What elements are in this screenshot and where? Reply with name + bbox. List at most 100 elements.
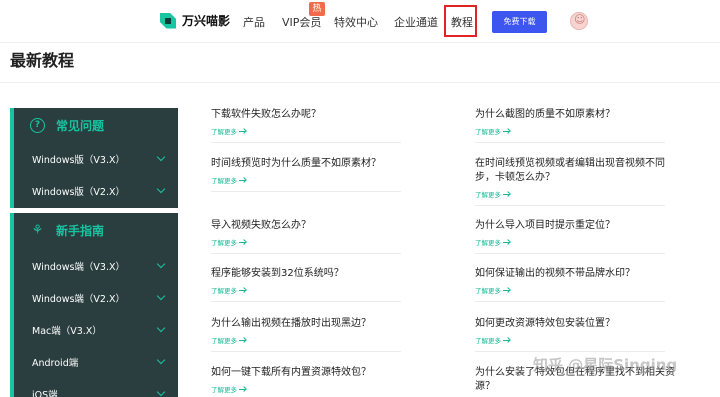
learn-more-link[interactable]: 了解更多: [211, 285, 411, 295]
article-item[interactable]: 在时间线预览视频或者编辑出现音视频不同步，卡顿怎么办？ 了解更多: [475, 157, 675, 206]
divider: [211, 191, 401, 192]
chevron-down-icon: [156, 152, 166, 162]
divider: [211, 142, 401, 143]
divider: [475, 301, 665, 302]
learn-more-label: 了解更多: [211, 128, 237, 136]
sidebar-item-windows-v2[interactable]: Windows版（V2.X）: [14, 176, 178, 206]
article-title[interactable]: 导入视频失败怎么办？: [211, 219, 411, 233]
sidebar-item-ios[interactable]: iOS端: [14, 379, 178, 397]
article-title[interactable]: 在时间线预览视频或者编辑出现音视频不同步，卡顿怎么办？: [475, 157, 675, 185]
arrow-right-icon: [503, 191, 511, 197]
article-item[interactable]: 如何一键下载所有内置资源特效包？ 了解更多: [211, 366, 411, 394]
article-item[interactable]: 时间线预览时为什么质量不如原素材？ 了解更多: [211, 157, 411, 192]
article-item[interactable]: 下载软件失败怎么办呢？ 了解更多: [211, 108, 411, 143]
arrow-right-icon: [503, 128, 511, 134]
chevron-down-icon: [156, 291, 166, 301]
sidebar-group-header[interactable]: ⚘ 新手指南: [14, 213, 178, 248]
nav-item-enterprise[interactable]: 企业通道: [394, 14, 438, 30]
chevron-down-icon: [156, 387, 166, 397]
article-title[interactable]: 如何一键下载所有内置资源特效包？: [211, 366, 411, 380]
arrow-right-icon: [239, 337, 247, 343]
sidebar-item-label: Windows版（V3.X）: [32, 155, 125, 166]
learn-more-label: 了解更多: [211, 386, 237, 394]
sidebar-item-label: Android端: [32, 358, 79, 369]
learn-more-link[interactable]: 了解更多: [475, 126, 675, 136]
divider: [475, 205, 665, 206]
page-title: 最新教程: [10, 51, 75, 70]
sidebar-item-windows-v3[interactable]: Windows端（V3.X）: [14, 251, 178, 281]
article-item[interactable]: 为什么截图的质量不如原素材？ 了解更多: [475, 108, 675, 143]
sidebar-group-header[interactable]: ? 常见问题: [14, 108, 178, 143]
learn-more-label: 了解更多: [211, 337, 237, 345]
article-title[interactable]: 为什么截图的质量不如原素材？: [475, 108, 675, 122]
article-item[interactable]: 导入视频失败怎么办？ 了解更多: [211, 219, 411, 254]
learn-more-link[interactable]: 了解更多: [211, 175, 411, 185]
divider: [211, 351, 401, 352]
learn-more-link[interactable]: 了解更多: [475, 285, 675, 295]
active-nav-highlight: [444, 5, 477, 37]
learn-more-label: 了解更多: [475, 287, 501, 295]
sidebar-item-label: Mac端（V3.X）: [32, 326, 102, 337]
top-nav: 万兴喵影 产品 VIP会员 热 特效中心 企业通道 教程 免费下载: [0, 0, 720, 43]
learn-more-label: 了解更多: [475, 128, 501, 136]
user-avatar[interactable]: [570, 12, 588, 30]
divider: [0, 82, 720, 83]
learn-more-label: 了解更多: [211, 239, 237, 247]
question-circle-icon: ?: [30, 118, 45, 133]
learn-more-link[interactable]: 了解更多: [211, 126, 411, 136]
learn-more-link[interactable]: 了解更多: [475, 189, 675, 199]
arrow-right-icon: [239, 177, 247, 183]
learn-more-label: 了解更多: [475, 191, 501, 199]
divider: [475, 253, 665, 254]
nav-item-products[interactable]: 产品: [243, 14, 265, 30]
chevron-down-icon: [156, 259, 166, 269]
chevron-down-icon: [156, 323, 166, 333]
learn-more-link[interactable]: 了解更多: [475, 237, 675, 247]
learn-more-link[interactable]: 了解更多: [475, 335, 675, 345]
sidebar-item-mac[interactable]: Mac端（V3.X）: [14, 315, 178, 345]
article-title[interactable]: 如何保证输出的视频不带品牌水印？: [475, 267, 675, 281]
brand-logo[interactable]: 万兴喵影: [160, 12, 230, 29]
chevron-down-icon: [156, 184, 166, 194]
divider: [211, 253, 401, 254]
learn-more-link[interactable]: 了解更多: [211, 384, 411, 394]
free-download-button[interactable]: 免费下载: [492, 11, 547, 33]
nav-item-vip[interactable]: VIP会员: [282, 14, 321, 30]
article-item[interactable]: 如何保证输出的视频不带品牌水印？ 了解更多: [475, 267, 675, 302]
arrow-right-icon: [503, 239, 511, 245]
divider: [211, 301, 401, 302]
article-title[interactable]: 如何更改资源特效包安装位置？: [475, 317, 675, 331]
nav-item-effects[interactable]: 特效中心: [334, 14, 378, 30]
article-title[interactable]: 时间线预览时为什么质量不如原素材？: [211, 157, 411, 171]
learn-more-link[interactable]: 了解更多: [211, 335, 411, 345]
article-item[interactable]: 程序能够安装到32位系统吗？ 了解更多: [211, 267, 411, 302]
watermark: 知乎 @星际Singing: [533, 356, 678, 374]
sidebar-item-label: Windows端（V3.X）: [32, 262, 125, 273]
learn-more-label: 了解更多: [475, 337, 501, 345]
article-item[interactable]: 为什么输出视频在播放时出现黑边？ 了解更多: [211, 317, 411, 352]
article-title[interactable]: 下载软件失败怎么办呢？: [211, 108, 411, 122]
learn-more-label: 了解更多: [211, 287, 237, 295]
sidebar-item-android[interactable]: Android端: [14, 347, 178, 377]
arrow-right-icon: [239, 239, 247, 245]
article-title[interactable]: 为什么输出视频在播放时出现黑边？: [211, 317, 411, 331]
brand-name: 万兴喵影: [182, 14, 231, 28]
arrow-right-icon: [239, 386, 247, 392]
learn-more-link[interactable]: 了解更多: [211, 237, 411, 247]
article-title[interactable]: 程序能够安装到32位系统吗？: [211, 267, 411, 281]
article-item[interactable]: 如何更改资源特效包安装位置？ 了解更多: [475, 317, 675, 352]
learn-more-label: 了解更多: [211, 177, 237, 185]
sidebar-item-label: Windows端（V2.X）: [32, 294, 125, 305]
hot-badge: 热: [309, 2, 325, 16]
article-title[interactable]: 为什么导入项目时提示重定位？: [475, 219, 675, 233]
learn-more-label: 了解更多: [475, 239, 501, 247]
sidebar-item-label: iOS端: [32, 390, 58, 397]
sidebar-item-windows-v3[interactable]: Windows版（V3.X）: [14, 144, 178, 174]
sidebar-item-windows-v2[interactable]: Windows端（V2.X）: [14, 283, 178, 313]
brand-logo-icon: [160, 12, 176, 29]
arrow-right-icon: [239, 287, 247, 293]
sidebar-group-guide: ⚘ 新手指南 Windows端（V3.X） Windows端（V2.X） Mac…: [10, 213, 178, 397]
arrow-right-icon: [239, 128, 247, 134]
article-item[interactable]: 为什么导入项目时提示重定位？ 了解更多: [475, 219, 675, 254]
arrow-right-icon: [503, 337, 511, 343]
